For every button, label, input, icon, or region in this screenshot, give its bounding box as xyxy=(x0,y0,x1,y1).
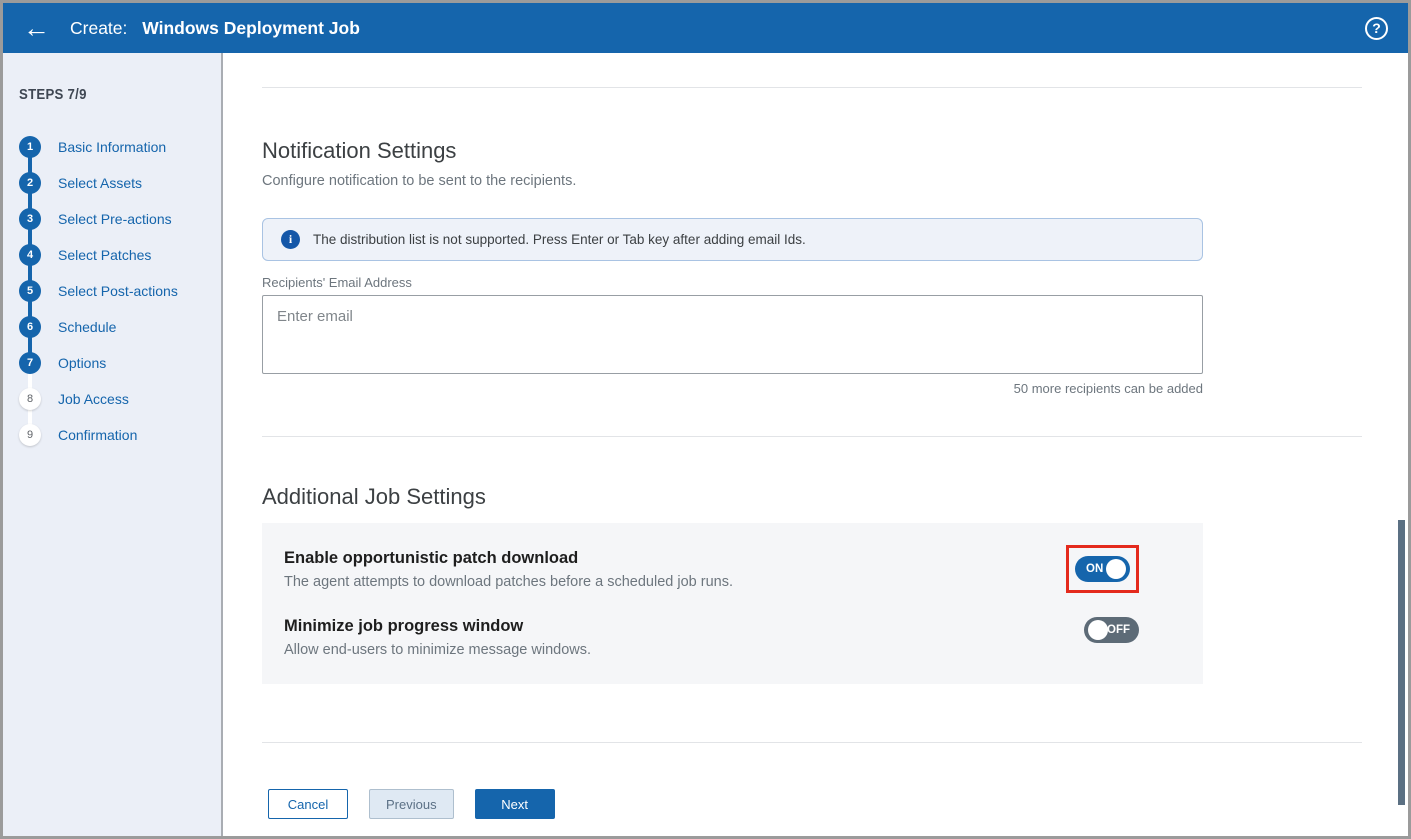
sidebar-item-select-assets[interactable]: 2 Select Assets xyxy=(19,165,221,201)
additional-job-settings-title: Additional Job Settings xyxy=(262,484,1408,510)
app-window: ← Create: Windows Deployment Job ? STEPS… xyxy=(0,0,1411,839)
sidebar-item-schedule[interactable]: 6 Schedule xyxy=(19,309,221,345)
minimize-window-toggle[interactable]: OFF xyxy=(1084,617,1139,643)
recipients-remaining-hint: 50 more recipients can be added xyxy=(262,381,1203,396)
opportunistic-download-toggle[interactable]: ON xyxy=(1075,556,1130,582)
sidebar-item-job-access[interactable]: 8 Job Access xyxy=(19,381,221,417)
steps-sidebar: STEPS 7/9 1 Basic Information 2 Select A… xyxy=(3,53,223,836)
sidebar-item-confirmation[interactable]: 9 Confirmation xyxy=(19,417,221,453)
steps-list: 1 Basic Information 2 Select Assets 3 Se… xyxy=(19,129,221,453)
cancel-button[interactable]: Cancel xyxy=(268,789,348,819)
next-button[interactable]: Next xyxy=(475,789,555,819)
info-banner: i The distribution list is not supported… xyxy=(262,218,1203,261)
help-icon[interactable]: ? xyxy=(1365,17,1388,40)
step-number-badge: 7 xyxy=(19,352,41,374)
page-title-prefix: Create: xyxy=(70,18,127,38)
step-number-badge: 4 xyxy=(19,244,41,266)
sidebar-item-options[interactable]: 7 Options xyxy=(19,345,221,381)
info-banner-text: The distribution list is not supported. … xyxy=(313,232,806,247)
setting-label: Enable opportunistic patch download xyxy=(284,549,733,568)
step-label: Confirmation xyxy=(58,427,137,443)
recipients-email-label: Recipients' Email Address xyxy=(262,275,1408,290)
step-number-badge: 5 xyxy=(19,280,41,302)
setting-label: Minimize job progress window xyxy=(284,617,591,636)
toggle-state-label: OFF xyxy=(1107,624,1130,636)
red-highlight-annotation: ON xyxy=(1066,545,1139,593)
sidebar-item-select-patches[interactable]: 4 Select Patches xyxy=(19,237,221,273)
section-divider-top xyxy=(262,87,1362,88)
toggle-knob xyxy=(1106,559,1126,579)
step-number-badge: 9 xyxy=(19,424,41,446)
additional-settings-box: Enable opportunistic patch download The … xyxy=(262,523,1203,684)
step-label: Schedule xyxy=(58,319,116,335)
setting-row-opportunistic-download: Enable opportunistic patch download The … xyxy=(284,549,1181,593)
step-number-badge: 3 xyxy=(19,208,41,230)
step-number-badge: 6 xyxy=(19,316,41,338)
steps-progress-label: STEPS 7/9 xyxy=(19,86,197,103)
previous-button[interactable]: Previous xyxy=(369,789,454,819)
setting-text: Enable opportunistic patch download The … xyxy=(284,549,733,590)
step-label: Select Pre-actions xyxy=(58,211,172,227)
step-label: Select Post-actions xyxy=(58,283,178,299)
sidebar-item-basic-information[interactable]: 1 Basic Information xyxy=(19,129,221,165)
toggle-knob xyxy=(1088,620,1108,640)
notification-settings-subtitle: Configure notification to be sent to the… xyxy=(262,173,1408,189)
section-divider-bottom xyxy=(262,742,1362,743)
recipients-email-input[interactable] xyxy=(262,295,1203,374)
footer-buttons: Cancel Previous Next xyxy=(262,789,1408,819)
page-title: Create: Windows Deployment Job xyxy=(70,18,360,39)
step-number-badge: 1 xyxy=(19,136,41,158)
page-title-main: Windows Deployment Job xyxy=(142,18,360,38)
step-label: Basic Information xyxy=(58,139,166,155)
vertical-scrollbar-thumb[interactable] xyxy=(1398,520,1405,805)
toggle-state-label: ON xyxy=(1086,563,1103,575)
toggle-column: OFF xyxy=(1084,617,1139,643)
step-label: Job Access xyxy=(58,391,129,407)
setting-text: Minimize job progress window Allow end-u… xyxy=(284,617,591,658)
setting-description: Allow end-users to minimize message wind… xyxy=(284,642,591,658)
step-number-badge: 2 xyxy=(19,172,41,194)
toggle-column: ON xyxy=(1066,549,1139,593)
body-row: STEPS 7/9 1 Basic Information 2 Select A… xyxy=(3,53,1408,836)
sidebar-item-select-pre-actions[interactable]: 3 Select Pre-actions xyxy=(19,201,221,237)
section-divider-middle xyxy=(262,436,1362,437)
step-label: Select Assets xyxy=(58,175,142,191)
info-icon: i xyxy=(281,230,300,249)
setting-row-minimize-window: Minimize job progress window Allow end-u… xyxy=(284,617,1181,658)
back-arrow-icon[interactable]: ← xyxy=(23,15,50,42)
header-bar: ← Create: Windows Deployment Job ? xyxy=(3,3,1408,53)
main-content: Notification Settings Configure notifica… xyxy=(223,53,1408,836)
setting-description: The agent attempts to download patches b… xyxy=(284,574,733,590)
sidebar-item-select-post-actions[interactable]: 5 Select Post-actions xyxy=(19,273,221,309)
step-number-badge: 8 xyxy=(19,388,41,410)
step-label: Select Patches xyxy=(58,247,151,263)
step-label: Options xyxy=(58,355,106,371)
notification-settings-title: Notification Settings xyxy=(262,138,1408,164)
